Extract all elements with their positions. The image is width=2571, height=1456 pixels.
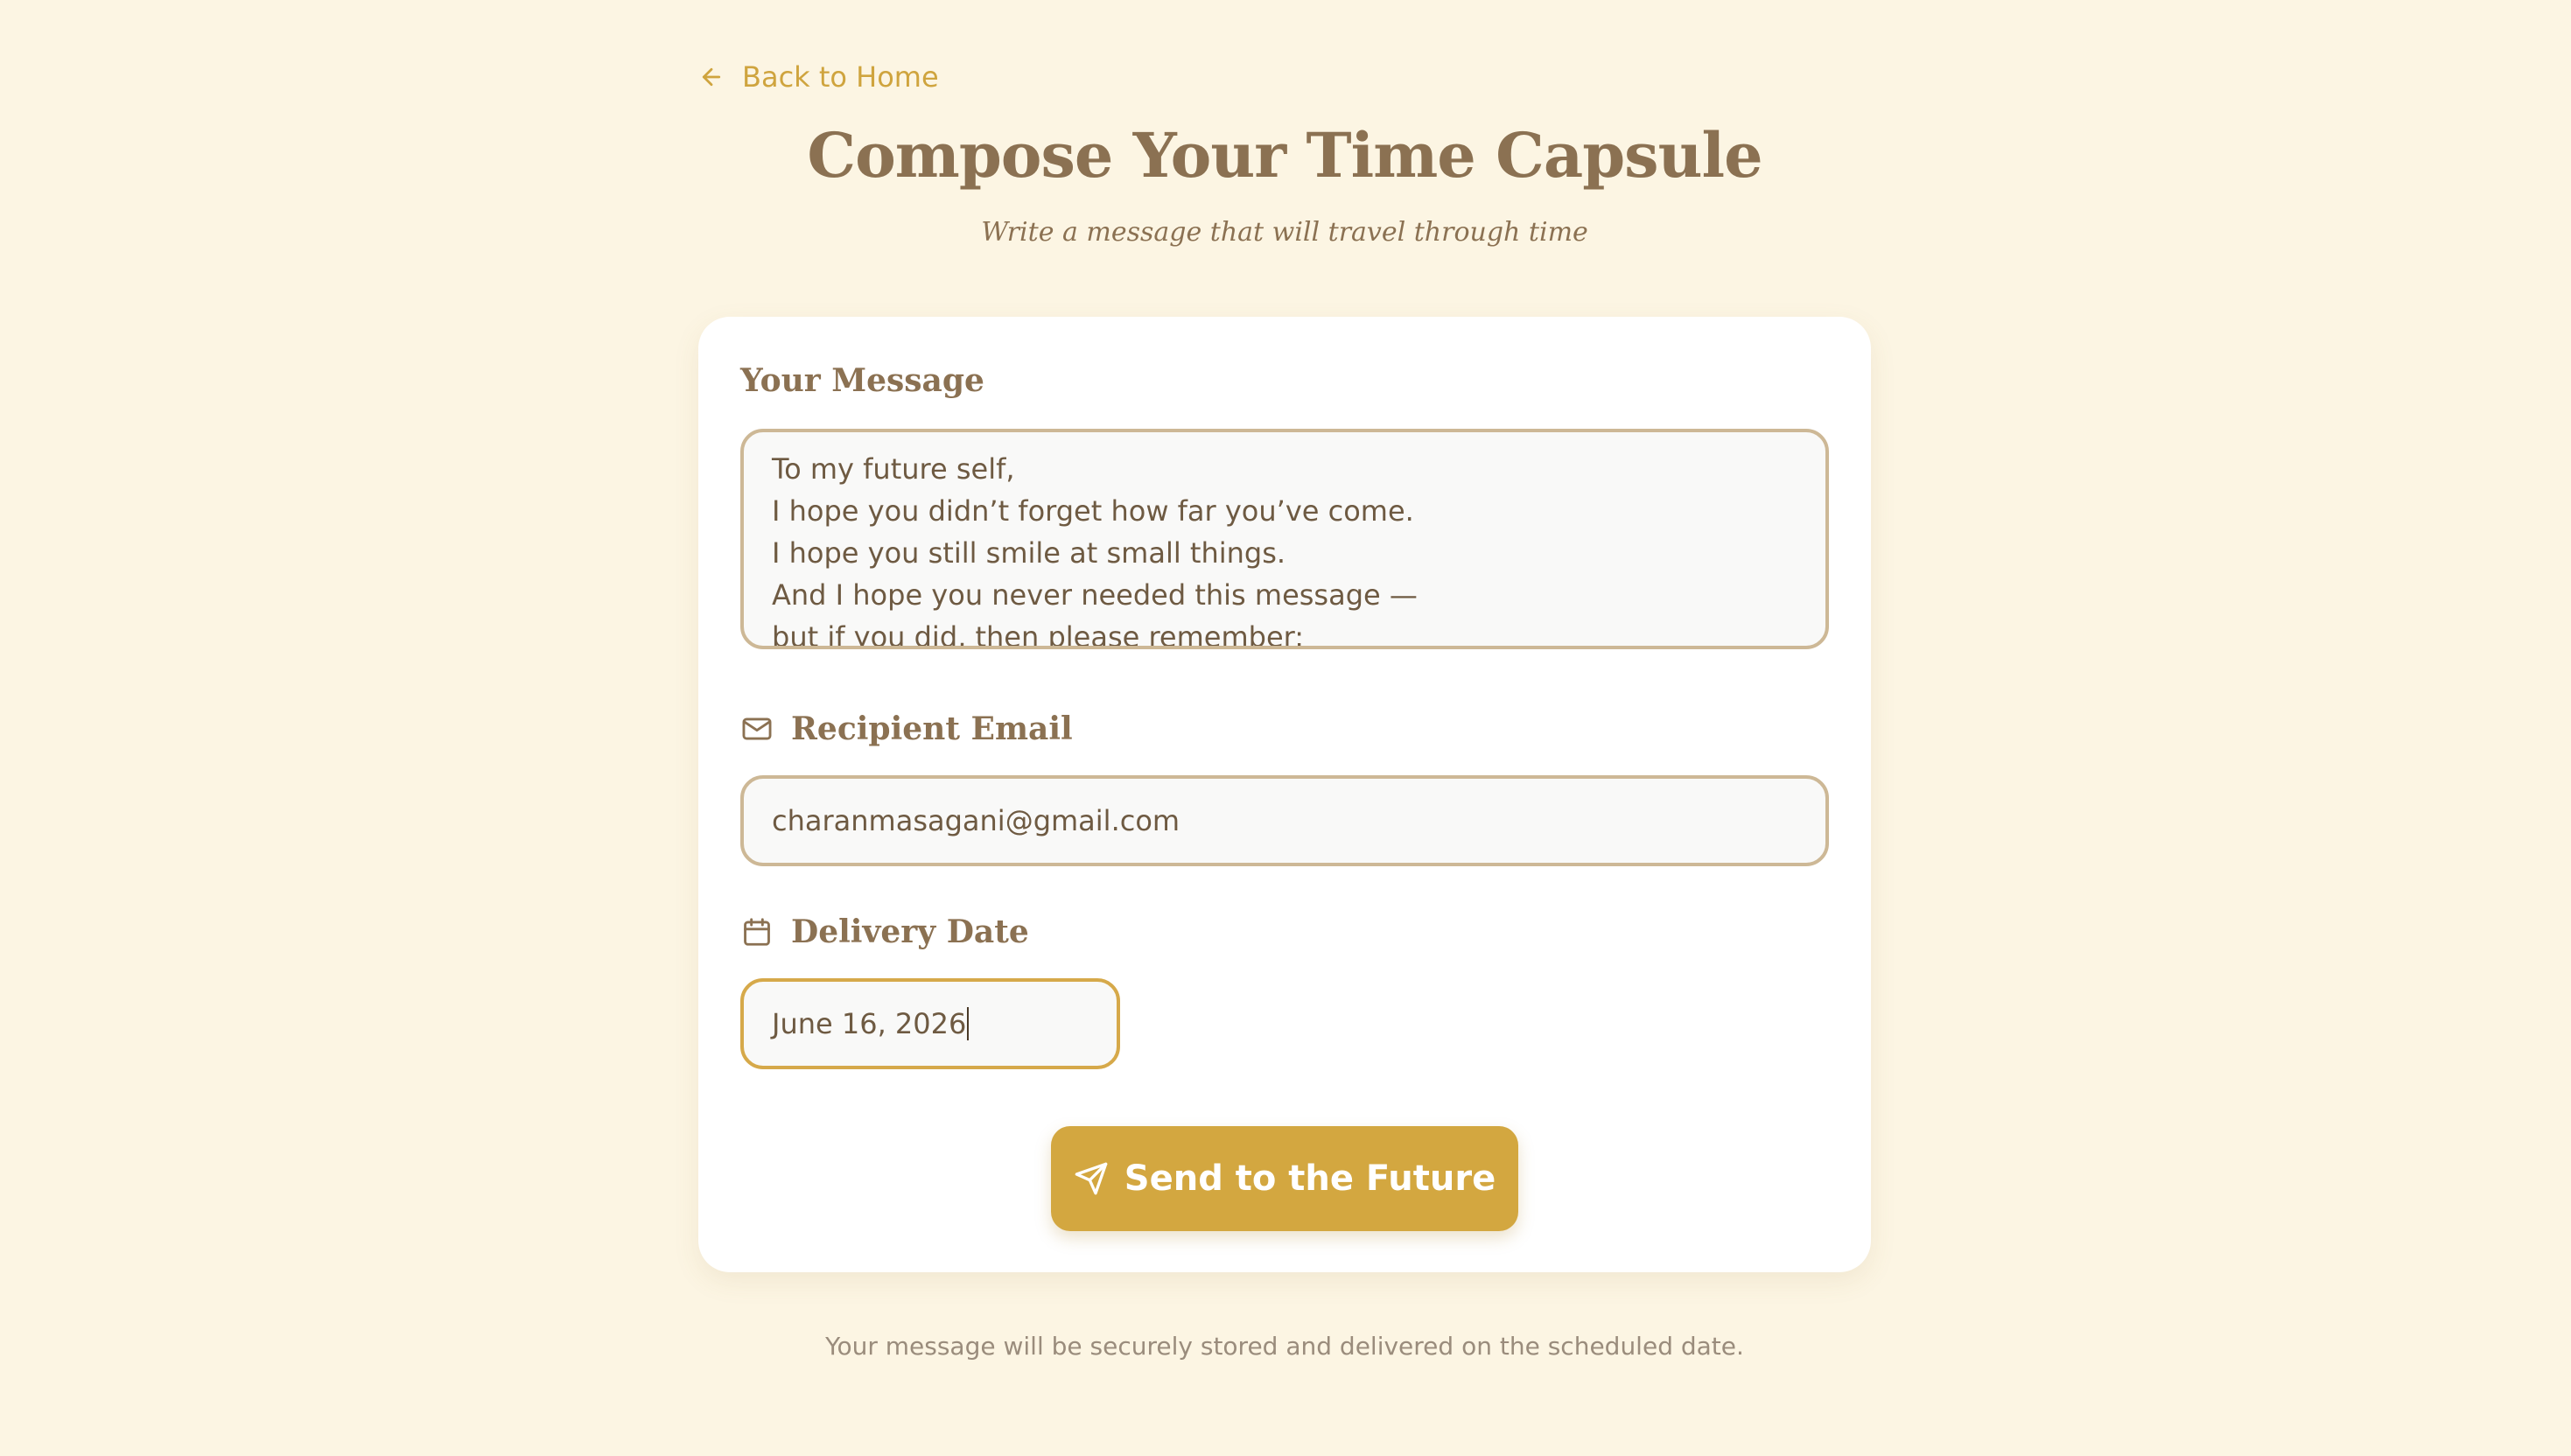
footer-note: Your message will be securely stored and…: [825, 1332, 1744, 1361]
message-label-text: Your Message: [740, 362, 984, 399]
message-textarea[interactable]: To my future self, I hope you didn’t for…: [740, 429, 1829, 649]
message-line: I hope you didn’t forget how far you’ve …: [772, 494, 1414, 528]
delivery-date-input[interactable]: June 16, 2026: [740, 978, 1120, 1069]
send-button-label: Send to the Future: [1124, 1158, 1496, 1199]
message-line: but if you did, then please remember:: [772, 620, 1305, 649]
back-to-home-link[interactable]: Back to Home: [698, 58, 939, 96]
compose-form-card: Your Message To my future self, I hope y…: [698, 317, 1871, 1272]
delivery-date-value: June 16, 2026: [772, 1007, 967, 1040]
text-caret: [967, 1007, 970, 1040]
recipient-email-value: charanmasagani@gmail.com: [772, 804, 1180, 837]
recipient-email-label-text: Recipient Email: [791, 710, 1073, 747]
recipient-email-input[interactable]: charanmasagani@gmail.com: [740, 775, 1829, 866]
page-title: Compose Your Time Capsule: [807, 119, 1762, 192]
calendar-icon: [740, 915, 774, 948]
arrow-left-icon: [698, 64, 725, 90]
send-to-future-button[interactable]: Send to the Future: [1051, 1126, 1518, 1231]
recipient-email-label: Recipient Email: [740, 710, 1073, 747]
message-label: Your Message: [740, 362, 984, 399]
message-line: And I hope you never needed this message…: [772, 578, 1418, 612]
message-line: To my future self,: [772, 452, 1015, 486]
delivery-date-label: Delivery Date: [740, 914, 1029, 950]
mail-icon: [740, 712, 774, 746]
message-line: I hope you still smile at small things.: [772, 536, 1286, 570]
delivery-date-label-text: Delivery Date: [791, 914, 1029, 950]
page-subtitle: Write a message that will travel through…: [981, 217, 1588, 248]
send-icon: [1074, 1161, 1109, 1196]
back-link-label: Back to Home: [742, 60, 939, 94]
